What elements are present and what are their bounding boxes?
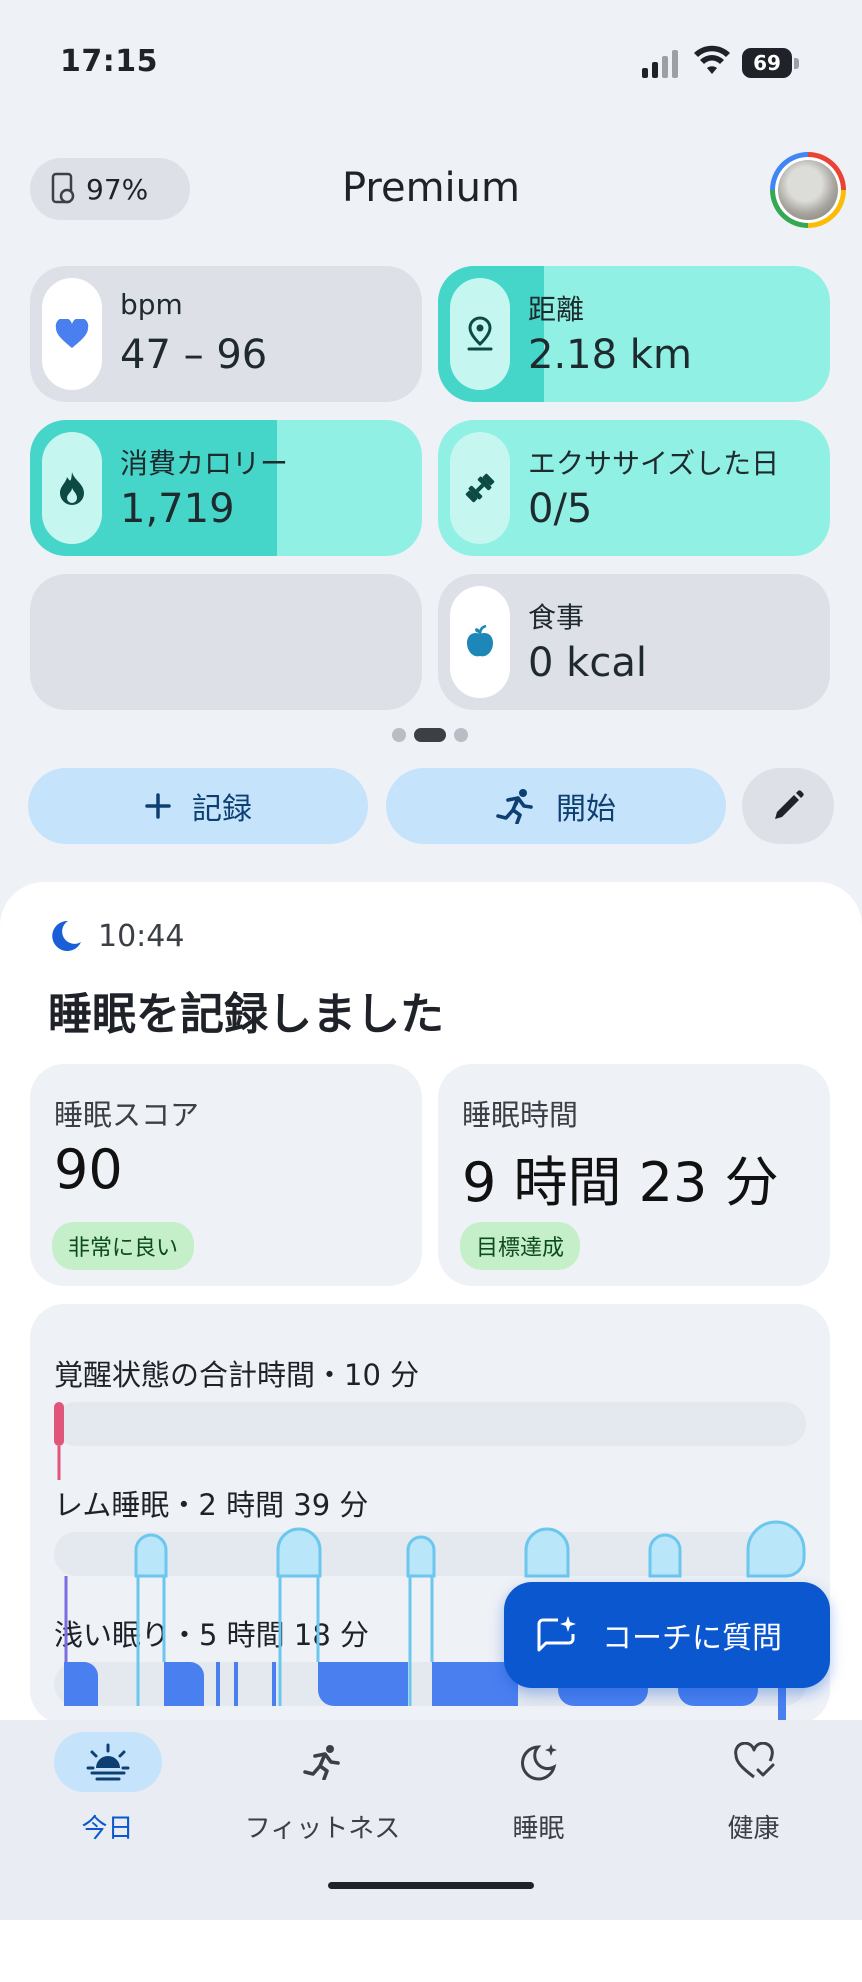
running-icon bbox=[496, 789, 533, 824]
heart-icon bbox=[42, 278, 102, 390]
tile-value: 47 – 96 bbox=[120, 332, 268, 378]
sleep-score-badge: 非常に良い bbox=[52, 1222, 195, 1270]
page-dot-active bbox=[414, 728, 446, 742]
moon-sparkle-icon bbox=[520, 1744, 557, 1781]
sunrise-icon bbox=[86, 1743, 129, 1781]
page-indicator bbox=[392, 728, 468, 742]
tile-value: 1,719 bbox=[120, 486, 235, 532]
light-segment bbox=[64, 1662, 98, 1706]
sleep-score-label: 睡眠スコア bbox=[54, 1098, 200, 1132]
sleep-duration-card[interactable]: 睡眠時間 9 時間 23 分 目標達成 bbox=[438, 1064, 830, 1286]
tile-label: bpm bbox=[120, 288, 183, 321]
tile-heart-rate[interactable]: bpm 47 – 96 bbox=[30, 266, 422, 402]
light-segment bbox=[272, 1662, 276, 1706]
nav-health[interactable]: 健康 bbox=[646, 1730, 861, 1845]
nav-sleep[interactable]: 睡眠 bbox=[431, 1730, 646, 1845]
tile-empty[interactable] bbox=[30, 574, 422, 710]
tile-label: エクササイズした日 bbox=[528, 447, 780, 480]
tile-distance[interactable]: 距離 2.18 km bbox=[438, 266, 830, 402]
rem-segment bbox=[648, 1533, 682, 1578]
sleep-duration-value: 9 時間 23 分 bbox=[462, 1151, 779, 1214]
start-button-label: 開始 bbox=[556, 792, 616, 827]
light-segment bbox=[164, 1662, 204, 1706]
chat-sparkle-icon bbox=[537, 1616, 576, 1652]
nav-label: 健康 bbox=[727, 1814, 780, 1844]
record-button-label: 記録 bbox=[192, 792, 252, 827]
light-segment bbox=[216, 1662, 220, 1706]
sleep-time: 10:44 bbox=[98, 918, 185, 954]
avatar[interactable] bbox=[770, 152, 846, 228]
plus-icon bbox=[145, 793, 171, 819]
tile-label: 消費カロリー bbox=[120, 447, 289, 480]
heart-check-icon bbox=[733, 1742, 774, 1779]
page-dot bbox=[454, 728, 468, 742]
light-segment bbox=[234, 1662, 238, 1706]
rem-segment bbox=[524, 1527, 570, 1578]
nav-label: フィットネス bbox=[244, 1814, 401, 1844]
tile-exercise-days[interactable]: エクササイズした日 0/5 bbox=[438, 420, 830, 556]
profile-photo bbox=[778, 160, 838, 220]
tile-value: 2.18 km bbox=[528, 332, 692, 378]
sleep-time-row: 10:44 bbox=[48, 918, 184, 954]
edit-button[interactable] bbox=[742, 768, 834, 844]
cellular-signal-icon bbox=[642, 48, 682, 78]
tile-value: 0/5 bbox=[528, 486, 593, 532]
wifi-icon bbox=[694, 45, 730, 74]
rem-segment bbox=[134, 1533, 168, 1578]
battery-icon: 69 bbox=[742, 48, 800, 78]
sleep-duration-label: 睡眠時間 bbox=[462, 1098, 579, 1132]
tile-food[interactable]: 食事 0 kcal bbox=[438, 574, 830, 710]
page-dot bbox=[392, 728, 406, 742]
tile-value: 0 kcal bbox=[528, 640, 647, 686]
sleep-score-card[interactable]: 睡眠スコア 90 非常に良い bbox=[30, 1064, 422, 1286]
nav-label: 今日 bbox=[81, 1814, 134, 1844]
nav-today[interactable]: 今日 bbox=[0, 1730, 215, 1845]
rem-segment bbox=[746, 1520, 806, 1578]
light-segment bbox=[318, 1662, 408, 1706]
tile-calories[interactable]: 消費カロリー 1,719 bbox=[30, 420, 422, 556]
sleep-score-value: 90 bbox=[54, 1138, 123, 1201]
tile-label: 食事 bbox=[528, 601, 585, 634]
record-button[interactable]: 記録 bbox=[28, 768, 368, 844]
pencil-icon bbox=[775, 790, 804, 819]
sleep-duration-badge: 目標達成 bbox=[460, 1222, 581, 1270]
rem-segment bbox=[276, 1527, 322, 1578]
location-pin-icon bbox=[450, 278, 510, 390]
page-title: Premium bbox=[342, 165, 520, 211]
apple-icon bbox=[450, 586, 510, 698]
dumbbell-icon bbox=[450, 432, 510, 544]
battery-level: 69 bbox=[742, 48, 792, 78]
flame-icon bbox=[42, 432, 102, 544]
rem-segment bbox=[406, 1535, 436, 1578]
home-indicator[interactable] bbox=[328, 1882, 534, 1889]
tile-label: 距離 bbox=[528, 293, 585, 326]
sleep-title: 睡眠を記録しました bbox=[48, 989, 444, 1040]
ask-coach-button[interactable]: コーチに質問 bbox=[504, 1582, 830, 1688]
nav-fitness[interactable]: フィットネス bbox=[215, 1730, 430, 1845]
running-icon bbox=[302, 1745, 340, 1780]
start-button[interactable]: 開始 bbox=[386, 768, 726, 844]
nav-label: 睡眠 bbox=[512, 1814, 565, 1844]
ask-coach-label: コーチに質問 bbox=[602, 1621, 782, 1656]
moon-icon bbox=[52, 920, 81, 951]
status-time: 17:15 bbox=[60, 44, 158, 79]
awake-segment bbox=[54, 1402, 64, 1446]
